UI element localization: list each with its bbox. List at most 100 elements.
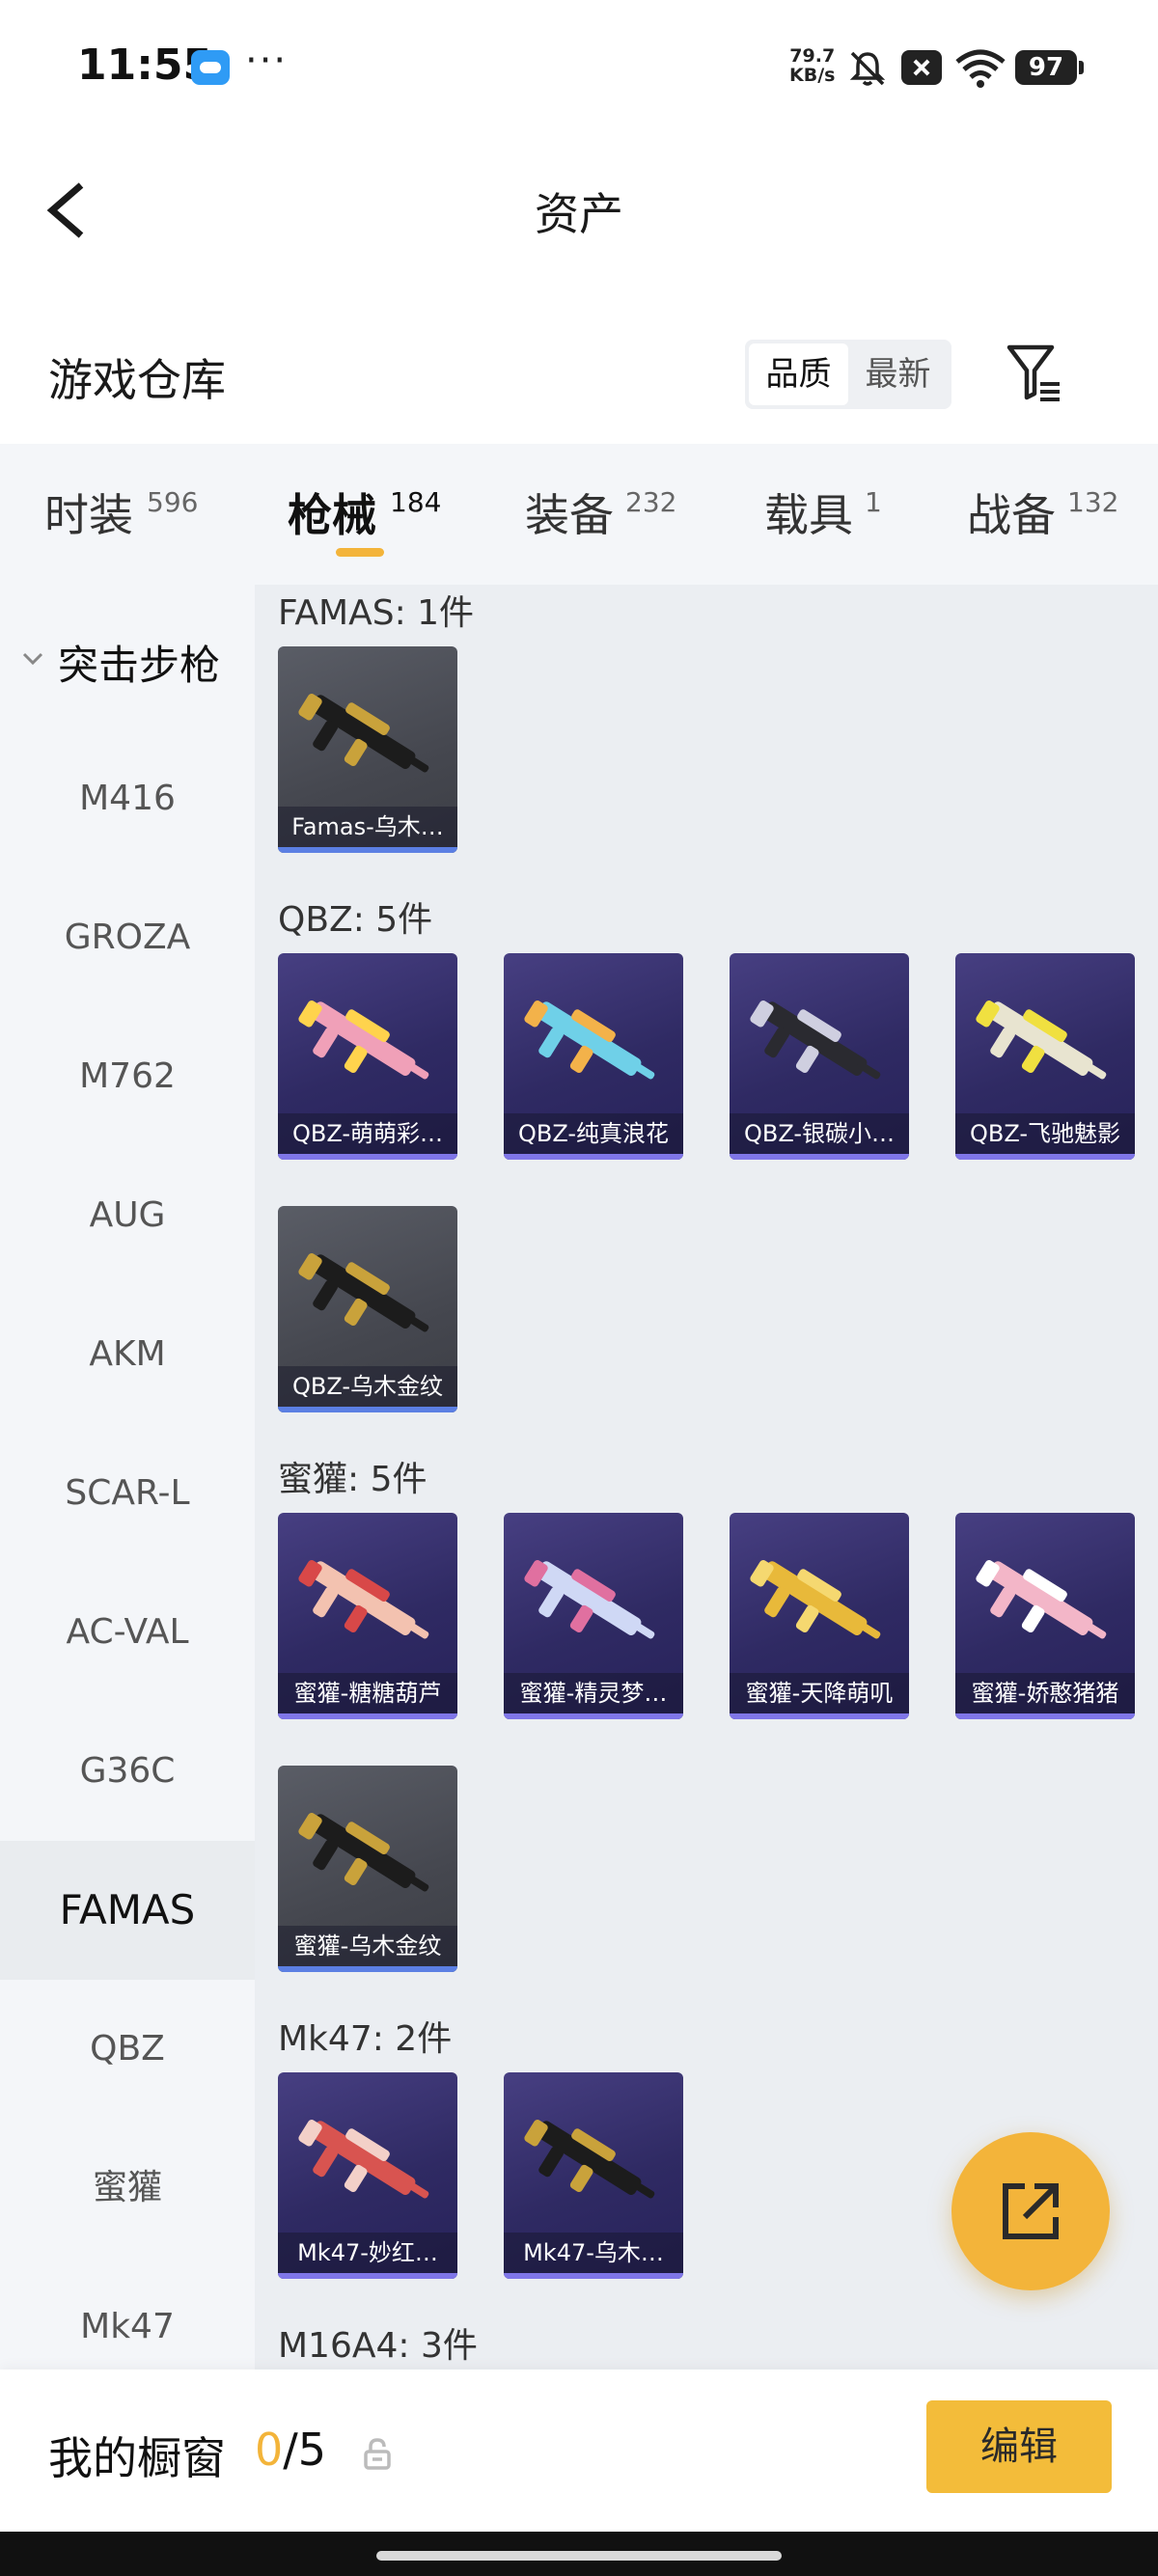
sidebar-item[interactable]: QBZ <box>0 1980 255 2119</box>
weapon-card[interactable]: Famas-乌木… <box>278 646 457 853</box>
weapon-image <box>298 1812 429 1892</box>
sidebar-item[interactable]: AC-VAL <box>0 1563 255 1702</box>
quality-bar <box>504 1154 683 1160</box>
wifi-icon <box>955 49 1006 88</box>
filter-icon[interactable] <box>1004 342 1067 405</box>
weapon-name: QBZ-乌木金纹 <box>278 1366 457 1407</box>
tab-label: 战备 <box>967 489 1056 541</box>
tab-battle-gear[interactable]: 战备 132 <box>967 444 1141 585</box>
weapon-card[interactable]: QBZ-萌萌彩… <box>278 953 457 1160</box>
showcase-bar: 我的橱窗 0/5 编辑 <box>0 2370 1158 2532</box>
weapon-card[interactable]: QBZ-飞驰魅影 <box>955 953 1135 1160</box>
showcase-label: 我的橱窗 <box>48 2432 226 2484</box>
more-notifications-icon: ··· <box>245 39 289 83</box>
showcase-count: 0/5 <box>255 2424 326 2476</box>
network-speed-unit: KB/s <box>789 65 836 86</box>
weapon-name: Mk47-乌木… <box>504 2233 683 2273</box>
quality-bar <box>278 2273 457 2279</box>
tab-count: 132 <box>1067 486 1119 518</box>
tab-label: 时装 <box>44 489 133 541</box>
weapon-card[interactable]: QBZ-银碳小… <box>730 953 909 1160</box>
weapon-image <box>298 1559 429 1639</box>
sidebar-item[interactable]: 蜜獾 <box>0 2119 255 2258</box>
showcase-current: 0 <box>255 2424 284 2476</box>
quality-bar <box>955 1154 1135 1160</box>
group-title: QBZ: 5件 <box>278 900 433 940</box>
sidebar-item[interactable]: SCAR-L <box>0 1424 255 1563</box>
weapon-image <box>524 1559 655 1639</box>
quality-bar <box>278 1407 457 1412</box>
weapon-name: QBZ-飞驰魅影 <box>955 1113 1135 1154</box>
weapon-name: 蜜獾-娇憨猪猪 <box>955 1673 1135 1713</box>
status-bar: 11:55 ··· 79.7 KB/s 97 <box>0 0 1158 135</box>
weapon-card[interactable]: Mk47-乌木… <box>504 2072 683 2279</box>
sort-newest-button[interactable]: 最新 <box>848 343 948 405</box>
sidebar-section-assault-rifles[interactable]: 突击步枪 <box>0 619 255 697</box>
group-title: Mk47: 2件 <box>278 2019 453 2059</box>
sidebar-item[interactable]: M762 <box>0 1007 255 1146</box>
weapon-card[interactable]: 蜜獾-天降萌叽 <box>730 1513 909 1719</box>
weapon-name: QBZ-银碳小… <box>730 1113 909 1154</box>
tab-count: 184 <box>390 486 442 518</box>
sidebar-item[interactable]: G36C <box>0 1702 255 1841</box>
weapon-image <box>298 693 429 773</box>
group-title: 蜜獾: 5件 <box>278 1460 427 1499</box>
home-indicator[interactable] <box>376 2551 782 2561</box>
active-tab-indicator <box>336 548 384 557</box>
group-title: FAMAS: 1件 <box>278 593 475 633</box>
weapon-name: 蜜獾-乌木金纹 <box>278 1926 457 1966</box>
sort-toggle: 品质 最新 <box>745 340 951 409</box>
weapon-name: QBZ-纯真浪花 <box>504 1113 683 1154</box>
tab-label: 装备 <box>525 489 614 541</box>
tab-guns[interactable]: 枪械 184 <box>288 444 461 585</box>
tab-count: 232 <box>625 486 677 518</box>
tab-fashion[interactable]: 时装 596 <box>44 444 218 585</box>
weapon-card[interactable]: QBZ-纯真浪花 <box>504 953 683 1160</box>
edit-button[interactable]: 编辑 <box>926 2400 1112 2493</box>
sidebar-item[interactable]: FAMAS <box>0 1841 255 1980</box>
share-button[interactable] <box>951 2132 1110 2290</box>
quality-bar <box>504 2273 683 2279</box>
tab-count: 596 <box>147 486 199 518</box>
quality-bar <box>278 1713 457 1719</box>
network-speed-value: 79.7 <box>789 45 836 67</box>
weapon-name: Mk47-妙红… <box>278 2233 457 2273</box>
tab-vehicles[interactable]: 载具 1 <box>764 444 882 585</box>
weapon-card[interactable]: 蜜獾-精灵梦… <box>504 1513 683 1719</box>
showcase-total: /5 <box>283 2424 327 2476</box>
network-speed: 79.7 KB/s <box>789 46 835 85</box>
weapon-card[interactable]: 蜜獾-糖糖葫芦 <box>278 1513 457 1719</box>
weapon-name: 蜜獾-精灵梦… <box>504 1673 683 1713</box>
cloud-icon <box>191 50 230 85</box>
share-icon <box>1003 2183 1059 2239</box>
sidebar-item[interactable]: AUG <box>0 1146 255 1285</box>
tab-equipment[interactable]: 装备 232 <box>525 444 699 585</box>
bell-muted-icon <box>849 51 886 86</box>
weapon-image <box>298 2119 429 2199</box>
battery-level: 97 <box>1015 50 1084 85</box>
sidebar-item[interactable]: GROZA <box>0 868 255 1007</box>
tab-label: 载具 <box>764 489 853 541</box>
quality-bar <box>730 1154 909 1160</box>
quality-bar <box>504 1713 683 1719</box>
weapon-card[interactable]: QBZ-乌木金纹 <box>278 1206 457 1412</box>
sidebar-section-label: 突击步枪 <box>58 642 221 689</box>
chevron-down-icon <box>22 652 43 666</box>
weapon-image <box>298 1000 429 1080</box>
tab-count: 1 <box>865 486 882 518</box>
weapon-image <box>976 1559 1107 1639</box>
tab-label: 枪械 <box>288 489 376 541</box>
quality-bar <box>278 847 457 853</box>
weapon-card[interactable]: 蜜獾-娇憨猪猪 <box>955 1513 1135 1719</box>
weapon-name: 蜜獾-糖糖葫芦 <box>278 1673 457 1713</box>
system-nav-bar <box>0 2532 1158 2576</box>
weapon-grid: FAMAS: 1件 Famas-乌木… QBZ: 5件 QBZ-萌萌彩… QBZ-纯真浪… <box>255 585 1158 2370</box>
weapon-image <box>298 1252 429 1332</box>
sidebar-item[interactable]: AKM <box>0 1285 255 1424</box>
sidebar-item[interactable]: M416 <box>0 729 255 868</box>
weapon-card[interactable]: Mk47-妙红… <box>278 2072 457 2279</box>
quality-bar <box>955 1713 1135 1719</box>
sort-quality-button[interactable]: 品质 <box>749 343 848 405</box>
weapon-card[interactable]: 蜜獾-乌木金纹 <box>278 1766 457 1972</box>
quality-bar <box>730 1713 909 1719</box>
